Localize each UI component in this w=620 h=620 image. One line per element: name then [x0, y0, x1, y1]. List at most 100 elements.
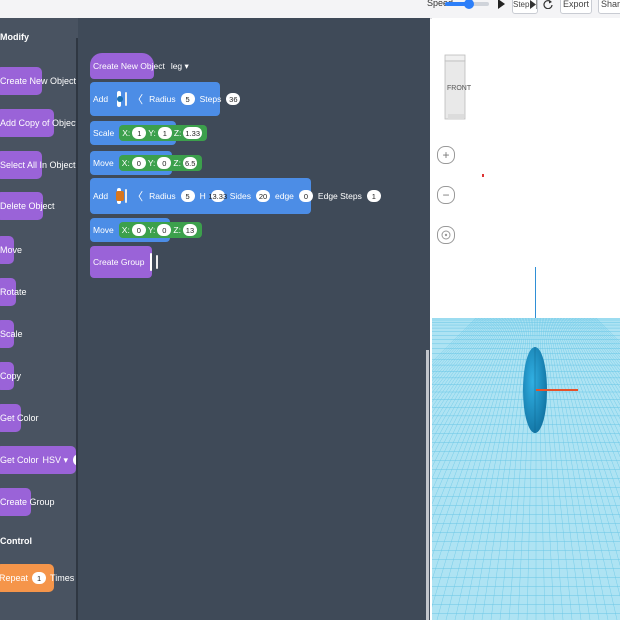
share-button[interactable]: Share [598, 0, 620, 14]
category-control[interactable]: Control [0, 536, 32, 546]
block-label: Move [93, 158, 114, 168]
palette-move[interactable]: Move [0, 236, 22, 264]
move-z-input[interactable]: 6.5 [182, 157, 198, 169]
palette-add-copy-of-object[interactable]: Add Copy of Object [0, 109, 78, 137]
play-button[interactable] [494, 0, 508, 14]
y-label: Y: [147, 225, 156, 235]
create-group-block[interactable]: Create Group [90, 246, 158, 278]
play-icon [498, 0, 505, 9]
export-button[interactable]: Export [560, 0, 592, 14]
scale-x-input[interactable]: 1 [132, 127, 147, 139]
radius-input[interactable]: 5 [180, 93, 195, 105]
scale-vector: X: 1 Y: 1 Z: 1.33 [119, 125, 208, 141]
repeat-times-label: Times [50, 573, 75, 583]
z-label: Z: [173, 128, 182, 138]
edge-steps-input[interactable]: 1 [366, 190, 381, 202]
radius-label: Radius [149, 94, 176, 104]
chevron-left-icon: 〈 [132, 94, 144, 106]
block-label: Move [93, 225, 114, 235]
radius-label: Radius [149, 191, 176, 201]
move-block[interactable]: Move X: 0 Y: 0 Z: 6.5 [90, 151, 203, 175]
steps-input[interactable]: 36 [226, 93, 241, 105]
move-x-input[interactable]: 0 [131, 224, 146, 236]
palette-scale[interactable]: Scale [0, 320, 23, 348]
scale-z-input[interactable]: 1.33 [183, 127, 203, 139]
move-x-input[interactable]: 0 [131, 157, 146, 169]
create-new-object-block[interactable]: Create New Object leg ▾ [90, 53, 189, 79]
x-label: X: [121, 158, 130, 168]
scale-block[interactable]: Scale X: 1 Y: 1 Z: 1.33 [90, 121, 208, 145]
radius-input[interactable]: 5 [180, 190, 195, 202]
palette-copy[interactable]: Copy [0, 362, 21, 390]
hole-icon [125, 92, 128, 106]
move-y-input[interactable]: 0 [157, 224, 172, 236]
block-label: Copy [0, 371, 22, 381]
palette-get-color-hsv[interactable]: Get Color HSV ▾ 0 0 0 [0, 446, 78, 474]
palette-rotate[interactable]: Rotate [0, 278, 27, 306]
block-label: Add [93, 94, 109, 104]
z-label: Z: [173, 225, 181, 235]
top-toolbar: Speed Step Export Share [0, 0, 620, 19]
edge-input[interactable]: 0 [298, 190, 313, 202]
share-label: Share [600, 0, 620, 9]
move-vector: X: 0 Y: 0 Z: 13 [118, 222, 202, 238]
step-label: Step [513, 0, 530, 9]
palette-get-color[interactable]: Get Color [0, 404, 39, 432]
add-sphere-block[interactable]: Add 〈 Radius 5 Steps 36 [90, 82, 241, 116]
hole-icon [125, 189, 128, 203]
category-modify[interactable]: Modify [0, 32, 29, 42]
palette-repeat[interactable]: Repeat 1 Times [0, 564, 74, 592]
steps-label: Steps [199, 94, 222, 104]
x-axis-line [536, 389, 578, 391]
palette-create-new-object[interactable]: Create New Object [0, 67, 76, 95]
block-label: Scale [93, 128, 115, 138]
height-input[interactable]: 13.33 [208, 190, 227, 202]
light-marker [482, 174, 484, 177]
zoom-in-button[interactable]: + [437, 146, 455, 164]
z-label: Z: [173, 158, 181, 168]
step-button[interactable]: Step [512, 0, 538, 14]
fit-view-button[interactable] [437, 226, 455, 244]
group-shapes-icon [149, 253, 152, 271]
repeat-count[interactable]: 1 [32, 572, 47, 584]
reset-button[interactable] [542, 0, 554, 14]
target-icon [441, 230, 451, 240]
block-label: Create New Object [93, 61, 165, 71]
color-mode-dropdown[interactable]: HSV ▾ [43, 455, 69, 466]
chevron-left-icon: 〈 [132, 191, 144, 203]
workspace-scrollbar[interactable] [426, 350, 429, 620]
palette-create-group[interactable]: Create Group [0, 488, 55, 516]
move-y-input[interactable]: 0 [157, 157, 172, 169]
sides-label: Sides [229, 191, 251, 201]
zoom-out-button[interactable]: − [437, 186, 455, 204]
add-cylinder-block[interactable]: Add 〈 Radius 5 H 13.33 Sides 20 edge 0 E… [90, 178, 381, 214]
speed-slider-knob[interactable] [464, 0, 475, 9]
script-workspace[interactable]: Create New Object leg ▾ Add 〈 Radius 5 S… [78, 18, 430, 620]
block-label: Create Group [0, 497, 55, 507]
y-label: Y: [147, 158, 156, 168]
block-label: Move [0, 245, 23, 255]
palette-select-all-in-object[interactable]: Select All In Object [0, 151, 76, 179]
refresh-icon [543, 0, 553, 9]
block-label: Get Color [0, 413, 39, 423]
view-cube-front-label: FRONT [447, 85, 472, 92]
object-name-dropdown[interactable]: leg ▾ [171, 61, 189, 72]
y-label: Y: [148, 128, 156, 138]
move-block[interactable]: Move X: 0 Y: 0 Z: 13 [90, 218, 202, 242]
x-label: X: [122, 128, 131, 138]
block-label: Rotate [0, 287, 27, 297]
palette-delete-object[interactable]: Delete Object [0, 192, 55, 220]
scale-y-input[interactable]: 1 [157, 127, 172, 139]
repeat-label: Repeat [0, 573, 29, 583]
zoom-in-icon: + [442, 148, 450, 162]
edge-steps-label: Edge Steps [317, 191, 362, 201]
block-label: Scale [0, 329, 23, 339]
speed-slider[interactable] [445, 0, 489, 9]
block-label: Add [93, 191, 109, 201]
block-label: Select All In Object [0, 160, 76, 170]
h-label: H [199, 191, 206, 201]
block-label: Create Group [93, 257, 145, 267]
block-label: Add Copy of Object [0, 118, 78, 128]
move-z-input[interactable]: 13 [182, 224, 197, 236]
sides-input[interactable]: 20 [256, 190, 270, 202]
